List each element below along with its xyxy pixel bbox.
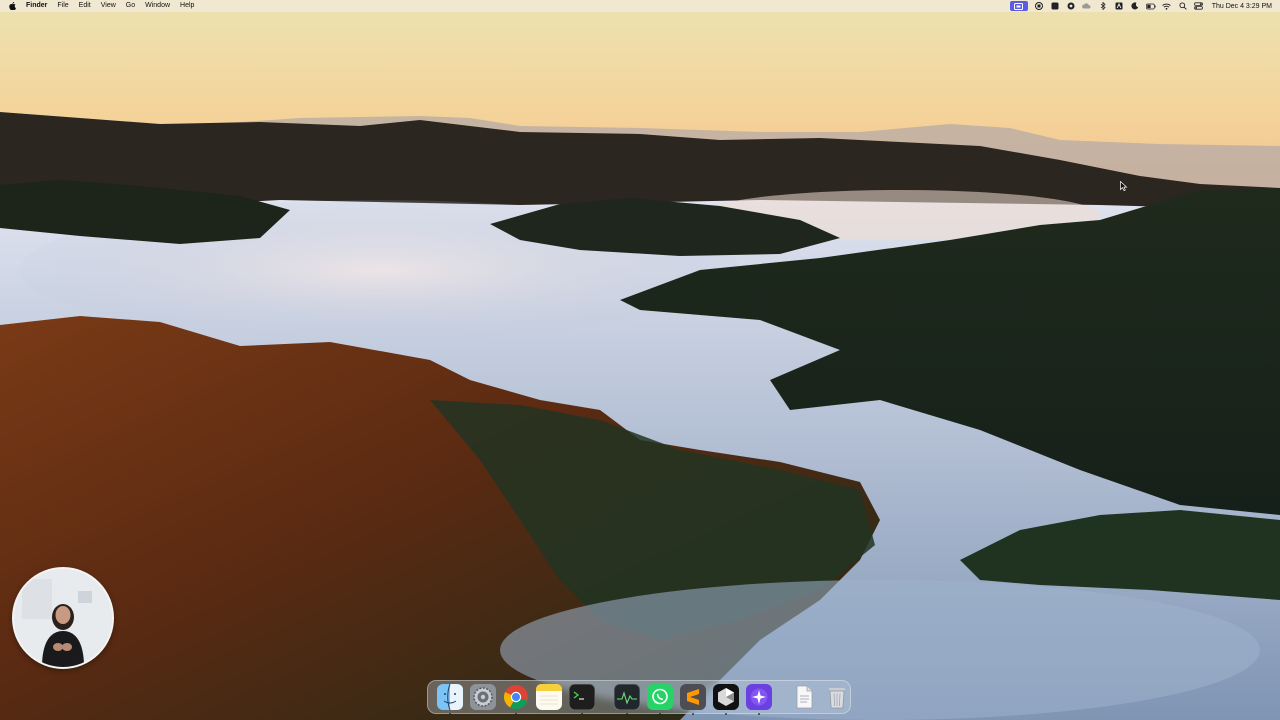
running-indicator [514,713,517,715]
shield-icon[interactable] [1066,1,1076,11]
screen-recording-icon[interactable] [1009,1,1028,11]
trash-icon [828,688,845,709]
menu-edit[interactable]: Edit [79,0,91,12]
wifi-icon[interactable] [1162,1,1172,11]
presenter-silhouette [14,569,112,667]
battery-icon[interactable] [1145,1,1156,11]
terminal-icon [568,684,595,710]
menu-view[interactable]: View [101,0,116,12]
dock-system-settings[interactable] [469,684,496,710]
settings-gear-icon [469,684,496,710]
dock-trash[interactable] [824,684,850,710]
sublime-text-icon [679,684,706,710]
dock-chrome[interactable] [503,684,529,715]
running-indicator [448,713,451,715]
bluetooth-icon[interactable] [1098,1,1108,11]
chrome-icon [503,685,528,710]
dock-finder[interactable] [436,684,463,715]
dock-cursor-app[interactable] [712,684,739,715]
webcam-overlay [12,567,114,669]
menu-help[interactable]: Help [180,0,194,12]
running-indicator [625,713,628,715]
running-indicator [691,713,694,715]
dock-activity-monitor[interactable] [613,684,640,715]
document-icon [796,685,812,709]
menu-bar: Finder File Edit View Go Window Help Thu… [0,0,1280,12]
dock-notes[interactable] [535,684,562,710]
apple-menu-icon[interactable] [8,1,16,11]
menu-go[interactable]: Go [126,0,135,12]
control-center-icon[interactable] [1194,1,1204,11]
notes-icon [535,684,562,710]
menu-file[interactable]: File [57,0,68,12]
running-indicator [658,713,661,715]
menu-app-name[interactable]: Finder [26,0,47,12]
spotlight-search-icon[interactable] [1178,1,1188,11]
running-indicator [724,713,727,715]
dock-document[interactable] [791,684,817,710]
desktop-wallpaper [0,0,1280,720]
running-indicator [757,713,760,715]
dock [427,680,851,715]
menu-window[interactable]: Window [145,0,170,12]
running-indicator [580,713,583,715]
dock-whatsapp[interactable] [646,684,673,715]
display-icon[interactable] [1050,1,1060,11]
whatsapp-icon [646,684,673,710]
focus-moon-icon[interactable] [1130,1,1140,11]
dock-perplexity[interactable] [745,684,772,715]
cloud-icon[interactable] [1082,1,1092,11]
activity-monitor-icon [613,684,640,710]
finder-icon [436,684,463,710]
dock-sublime-text[interactable] [679,684,706,715]
menu-bar-clock[interactable]: Thu Dec 4 3:29 PM [1212,3,1272,10]
dock-terminal[interactable] [568,684,595,715]
stop-icon[interactable] [1034,1,1044,11]
text-input-icon[interactable] [1114,1,1124,11]
cursor-app-icon [712,684,739,710]
mouse-pointer-icon [1120,178,1128,191]
perplexity-icon [745,684,772,710]
